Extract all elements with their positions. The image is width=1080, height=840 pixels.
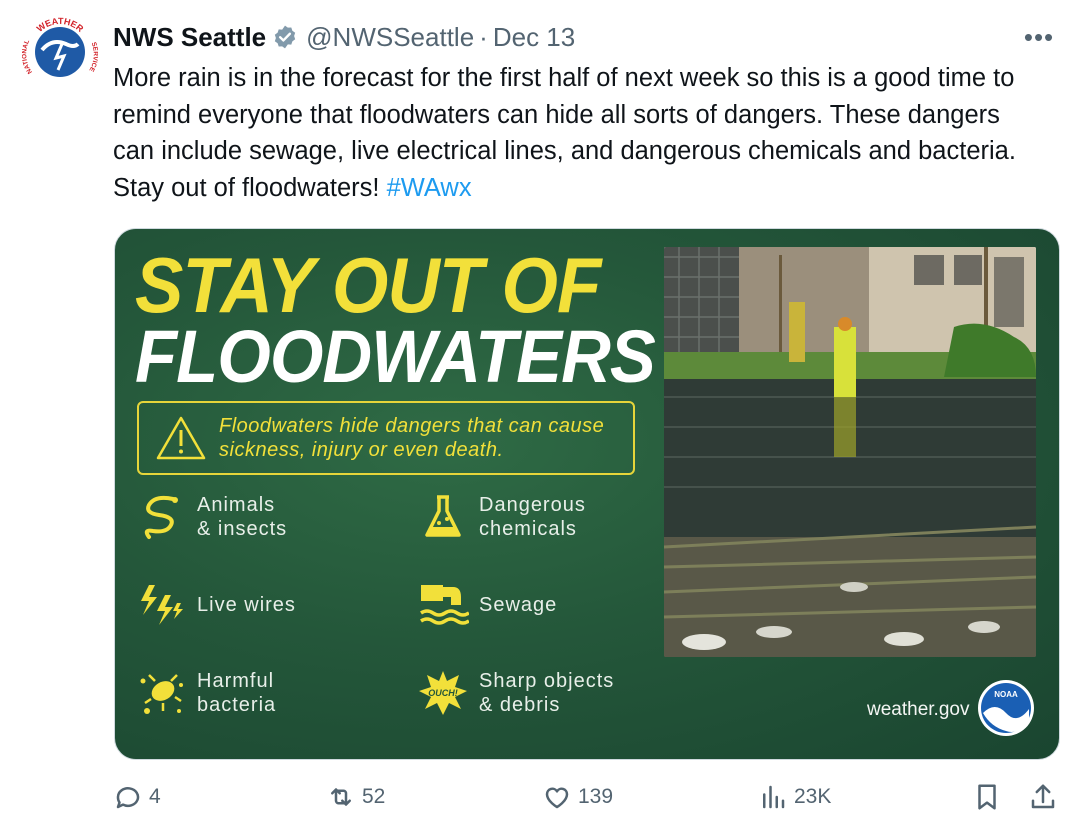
tweet-date[interactable]: Dec 13 <box>493 22 575 53</box>
hazard-chemicals: Dangerous chemicals <box>417 491 586 543</box>
flood-scene-image <box>664 247 1036 657</box>
snake-icon <box>144 495 178 539</box>
reply-count: 4 <box>149 785 161 808</box>
hazard-sewage: Sewage <box>417 579 557 631</box>
hazard-animals: Animals & insects <box>135 491 287 543</box>
lightning-icon <box>141 585 183 625</box>
hazard-label: Animals & insects <box>197 494 288 540</box>
hazard-label: Sewage <box>479 594 558 616</box>
repost-button[interactable]: 52 <box>326 782 385 812</box>
reply-icon <box>116 787 140 809</box>
bookmark-button[interactable] <box>972 782 1008 812</box>
repost-icon <box>331 788 351 806</box>
card-title-line2: FLOODWATERS <box>135 315 656 398</box>
ouch-text: OUCH! <box>428 688 458 698</box>
heart-icon <box>545 787 569 809</box>
author-handle[interactable]: @NWSSeattle <box>306 22 474 53</box>
repost-count: 52 <box>362 785 386 808</box>
avatar[interactable]: WEATHER NATIONAL SERVICE <box>21 14 99 90</box>
author-name[interactable]: NWS Seattle <box>113 22 266 53</box>
tweet-header: NWS Seattle @NWSSeattle · Dec 13 <box>113 20 575 54</box>
hazard-wires: Live wires <box>135 579 296 631</box>
like-button[interactable]: 139 <box>542 782 613 812</box>
views-chart-icon <box>763 785 785 809</box>
ouch-icon: OUCH! <box>419 671 467 715</box>
media-card[interactable]: STAY OUT OF FLOODWATERS Floodwaters hide… <box>114 228 1060 760</box>
share-icon <box>1031 784 1055 809</box>
tweet-text: More rain is in the forecast for the fir… <box>113 60 1043 206</box>
hashtag-link[interactable]: #WAwx <box>387 174 472 202</box>
hazard-debris: OUCH! Sharp objects & debris <box>417 667 614 719</box>
website-label: weather.gov <box>867 699 970 720</box>
noaa-logo-icon: NOAA <box>978 680 1034 736</box>
flask-icon <box>425 495 461 537</box>
action-bar: 4 52 139 23K <box>0 782 1080 822</box>
reply-button[interactable]: 4 <box>113 782 161 812</box>
hazard-label: Harmful bacteria <box>197 670 277 716</box>
flood-photo <box>664 247 1036 657</box>
warning-box: Floodwaters hide dangers that can cause … <box>137 401 635 475</box>
like-count: 139 <box>578 785 614 808</box>
noaa-text: NOAA <box>994 690 1018 699</box>
hazard-bacteria: Harmful bacteria <box>135 667 276 719</box>
bookmark-icon <box>978 784 996 810</box>
warning-triangle-icon <box>156 416 206 460</box>
share-button[interactable] <box>1028 782 1064 812</box>
view-count: 23K <box>794 785 832 808</box>
bacteria-icon <box>140 674 183 714</box>
verified-badge-icon <box>274 25 296 49</box>
views-button[interactable]: 23K <box>758 782 831 812</box>
hazard-label: Live wires <box>197 594 296 616</box>
nws-logo-icon: WEATHER NATIONAL SERVICE <box>21 16 99 88</box>
sewage-pipe-icon <box>420 585 469 625</box>
more-options-icon[interactable]: ••• <box>1022 22 1056 52</box>
hazard-label: Sharp objects & debris <box>479 670 615 716</box>
warning-text: Floodwaters hide dangers that can cause … <box>219 415 605 461</box>
hazard-label: Dangerous chemicals <box>479 494 586 540</box>
separator: · <box>479 21 488 52</box>
tweet-body: More rain is in the forecast for the fir… <box>113 64 1016 202</box>
